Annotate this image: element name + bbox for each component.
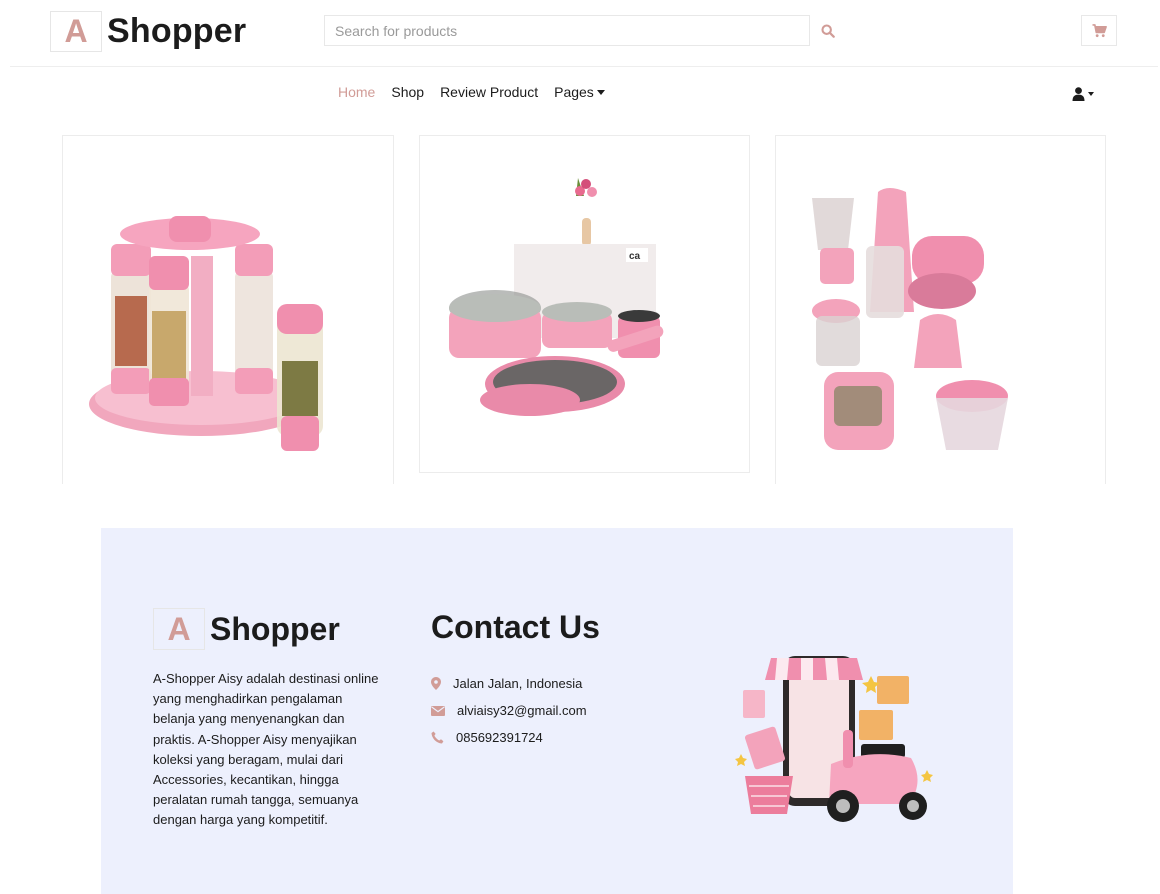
user-icon [1072,87,1085,101]
nav-item-pages-label: Pages [554,84,594,100]
contact-phone: 085692391724 [431,724,587,751]
main-nav: Home Shop Review Product Pages [338,84,605,100]
about-text: A-Shopper Aisy adalah destinasi online y… [153,671,379,828]
shopping-delivery-illustration [735,656,933,822]
user-menu-button[interactable] [1072,84,1094,104]
footer-logo[interactable]: A Shopper [153,608,340,650]
search-button[interactable] [812,15,844,46]
contact-address: Jalan Jalan, Indonesia [431,670,587,697]
chevron-down-icon [596,89,605,95]
chevron-down-icon [1088,92,1094,96]
logo-letter: A [50,11,102,52]
email-text[interactable]: alviaisy32@gmail.com [457,703,587,718]
logo-letter: A [153,608,205,650]
envelope-icon [431,705,445,716]
logo-word: Shopper [107,12,247,50]
product-card[interactable] [62,135,394,484]
cart-button[interactable] [1081,15,1117,46]
spice-rack-image [89,216,323,451]
nav-item-home[interactable]: Home [338,84,375,100]
product-card[interactable]: ca [419,135,750,473]
logo-word: Shopper [210,610,340,647]
footer: A Shopper A-Shopper Aisy adalah destinas… [101,528,1013,894]
nav-item-pages[interactable]: Pages [554,84,605,100]
cart-icon [1092,23,1107,37]
top-bar: A Shopper [0,0,1160,66]
phone-icon [431,731,444,744]
kitchen-appliances-image [812,188,1008,450]
header-divider [10,66,1158,67]
svg-text:ca: ca [629,251,641,262]
phone-text[interactable]: 085692391724 [456,730,543,745]
search-input[interactable] [324,15,810,46]
search-icon [821,23,835,38]
map-marker-icon [431,677,441,690]
nav-item-shop[interactable]: Shop [391,84,424,100]
address-text: Jalan Jalan, Indonesia [453,676,583,691]
contact-list: Jalan Jalan, Indonesia alviaisy32@gmail.… [431,670,587,751]
cookware-set-image: ca [449,178,664,416]
contact-email: alviaisy32@gmail.com [431,697,587,724]
contact-title: Contact Us [431,609,600,645]
nav-item-review-product[interactable]: Review Product [440,84,538,100]
brand-logo[interactable]: A Shopper [50,11,246,52]
product-card[interactable] [775,135,1106,484]
